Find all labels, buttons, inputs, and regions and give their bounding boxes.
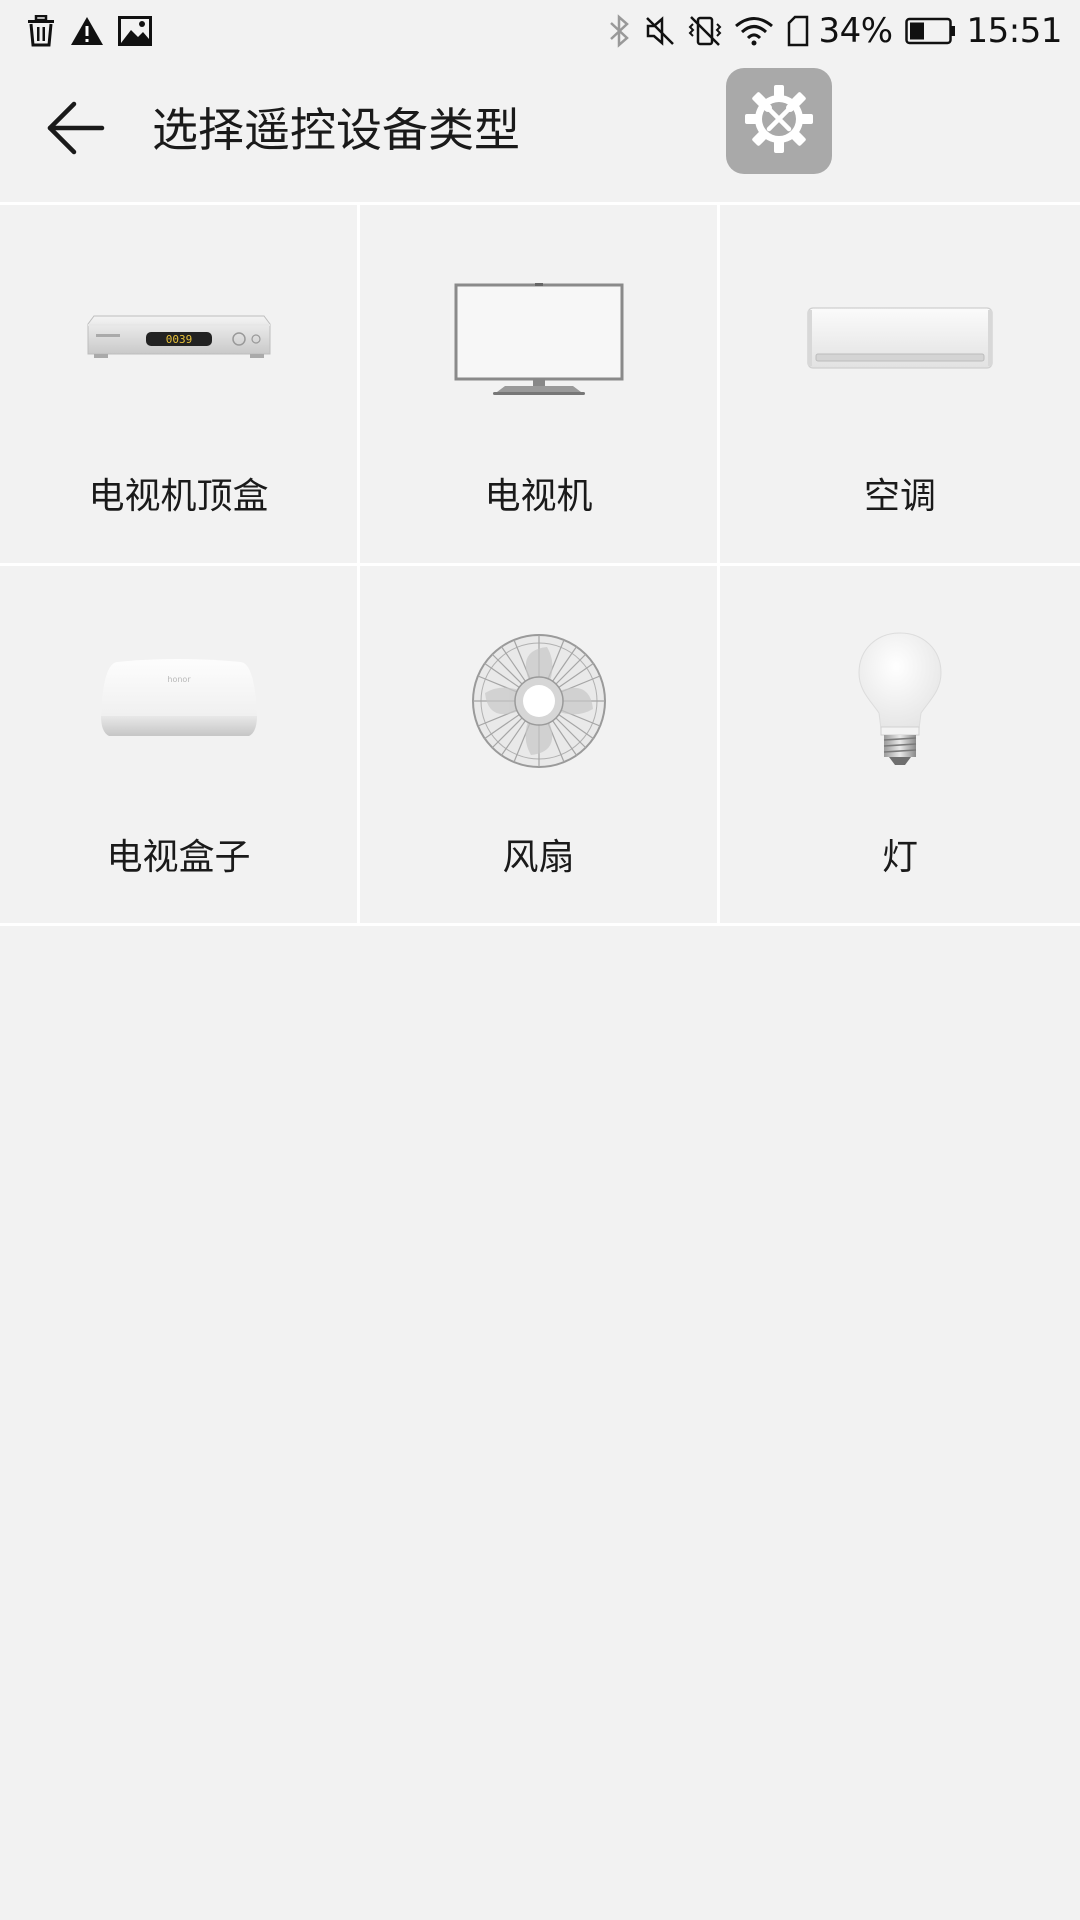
wifi-icon <box>734 15 774 47</box>
device-tile-fan[interactable]: 风扇 <box>360 566 717 923</box>
fan-icon <box>360 626 717 776</box>
warning-icon <box>70 16 104 46</box>
device-label: 电视盒子 <box>106 837 251 878</box>
status-time: 15:51 <box>966 11 1063 51</box>
air-conditioner-icon <box>720 265 1080 415</box>
device-type-grid: 0039 电视机顶盒 电视机 空调 honor 电视盒子 风扇 灯 <box>0 202 1080 926</box>
tv-box-icon: honor <box>0 626 357 776</box>
trash-icon <box>26 15 56 47</box>
back-button[interactable] <box>40 100 112 160</box>
status-bar-left <box>26 15 166 47</box>
arrow-left-icon <box>46 100 106 160</box>
vibrate-off-icon <box>688 15 722 47</box>
sim-icon <box>786 15 810 47</box>
svg-text:0039: 0039 <box>165 333 192 346</box>
device-label: 空调 <box>863 476 936 517</box>
bluetooth-icon <box>606 14 632 48</box>
app-header: 选择遥控设备类型 <box>0 62 1080 202</box>
battery-icon <box>904 17 957 45</box>
settings-tools-icon <box>739 79 819 163</box>
mute-icon <box>644 15 676 47</box>
device-label: 电视机顶盒 <box>88 476 269 517</box>
svg-text:honor: honor <box>167 675 191 684</box>
status-bar-right: 34% 15:51 <box>594 11 1063 51</box>
device-tile-light[interactable]: 灯 <box>720 566 1080 923</box>
light-bulb-icon <box>720 626 1080 776</box>
image-icon <box>118 16 152 46</box>
battery-percent: 34% <box>818 11 893 51</box>
device-tile-tv[interactable]: 电视机 <box>360 205 717 563</box>
device-label: 灯 <box>881 837 918 878</box>
status-bar: 34% 15:51 <box>0 0 1080 62</box>
device-tile-air-conditioner[interactable]: 空调 <box>720 205 1080 563</box>
tv-icon <box>360 265 717 415</box>
device-label: 电视机 <box>484 476 593 517</box>
set-top-box-icon: 0039 <box>0 265 357 415</box>
settings-button[interactable] <box>726 68 832 174</box>
device-label: 风扇 <box>502 837 575 878</box>
page-title: 选择遥控设备类型 <box>152 103 520 157</box>
device-tile-tv-box[interactable]: honor 电视盒子 <box>0 566 357 923</box>
device-tile-set-top-box[interactable]: 0039 电视机顶盒 <box>0 205 357 563</box>
